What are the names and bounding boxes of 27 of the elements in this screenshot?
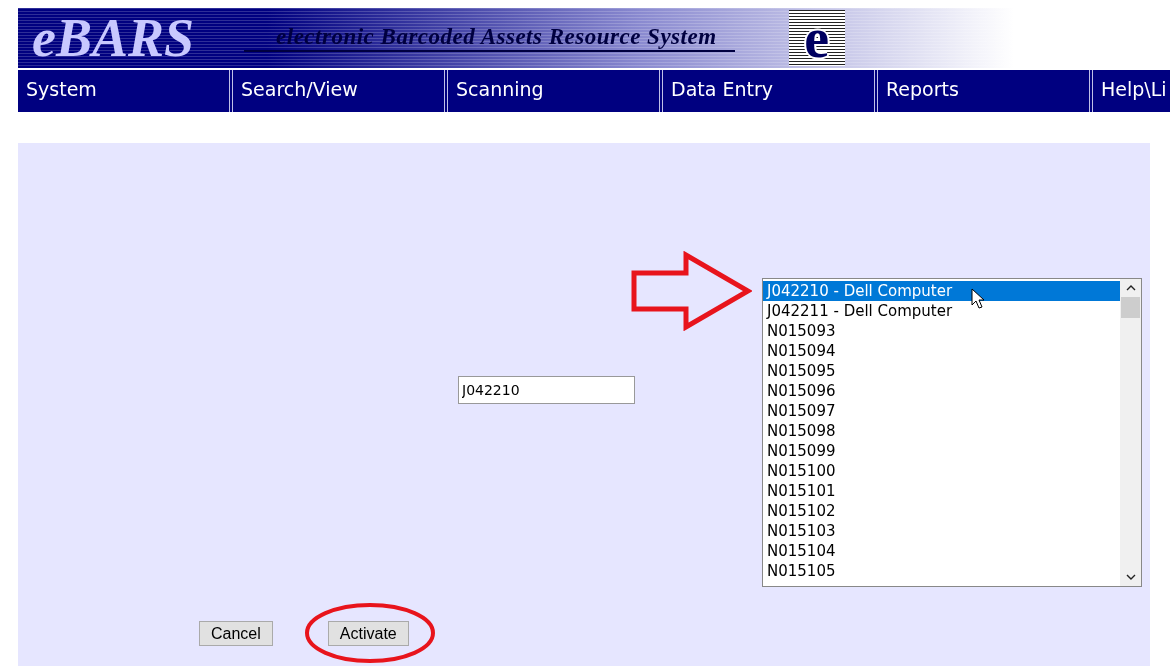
list-item[interactable]: J042211 - Dell Computer [763,301,1120,321]
list-item[interactable]: N015100 [763,461,1120,481]
menu-item[interactable]: Search/View [233,70,448,112]
menu-item[interactable]: Reports [878,70,1093,112]
menu-item[interactable]: Help\Li [1093,70,1170,112]
list-item[interactable]: N015105 [763,561,1120,581]
app-subtitle: electronic Barcoded Assets Resource System [244,24,735,52]
list-item[interactable]: N015093 [763,321,1120,341]
menu-item[interactable]: Data Entry [663,70,878,112]
list-item[interactable]: N015094 [763,341,1120,361]
asset-listbox[interactable]: J042210 - Dell Computer J042211 - Dell Computer N015093 N015094 N015095 N015096 N015097 N015098 N015099 N015100 N015101 N015102 N015103 N015104 N015105 [762,278,1142,587]
list-item[interactable]: N015102 [763,501,1120,521]
cancel-button[interactable]: Cancel [199,621,273,646]
list-item[interactable]: N015098 [763,421,1120,441]
list-item[interactable]: J042210 - Dell Computer [763,281,1120,301]
list-item[interactable]: N015099 [763,441,1120,461]
asset-field[interactable]: J042210 [458,376,635,404]
activate-button[interactable]: Activate [327,621,409,646]
list-item[interactable]: N015095 [763,361,1120,381]
list-item[interactable]: N015097 [763,401,1120,421]
list-item[interactable]: N015104 [763,541,1120,561]
list-item[interactable]: N015101 [763,481,1120,501]
list-item[interactable]: N015096 [763,381,1120,401]
menu-item[interactable]: Scanning [448,70,663,112]
app-title: eBARS [32,11,195,65]
menu-item[interactable]: System [18,70,233,112]
list-item[interactable]: N015103 [763,521,1120,541]
